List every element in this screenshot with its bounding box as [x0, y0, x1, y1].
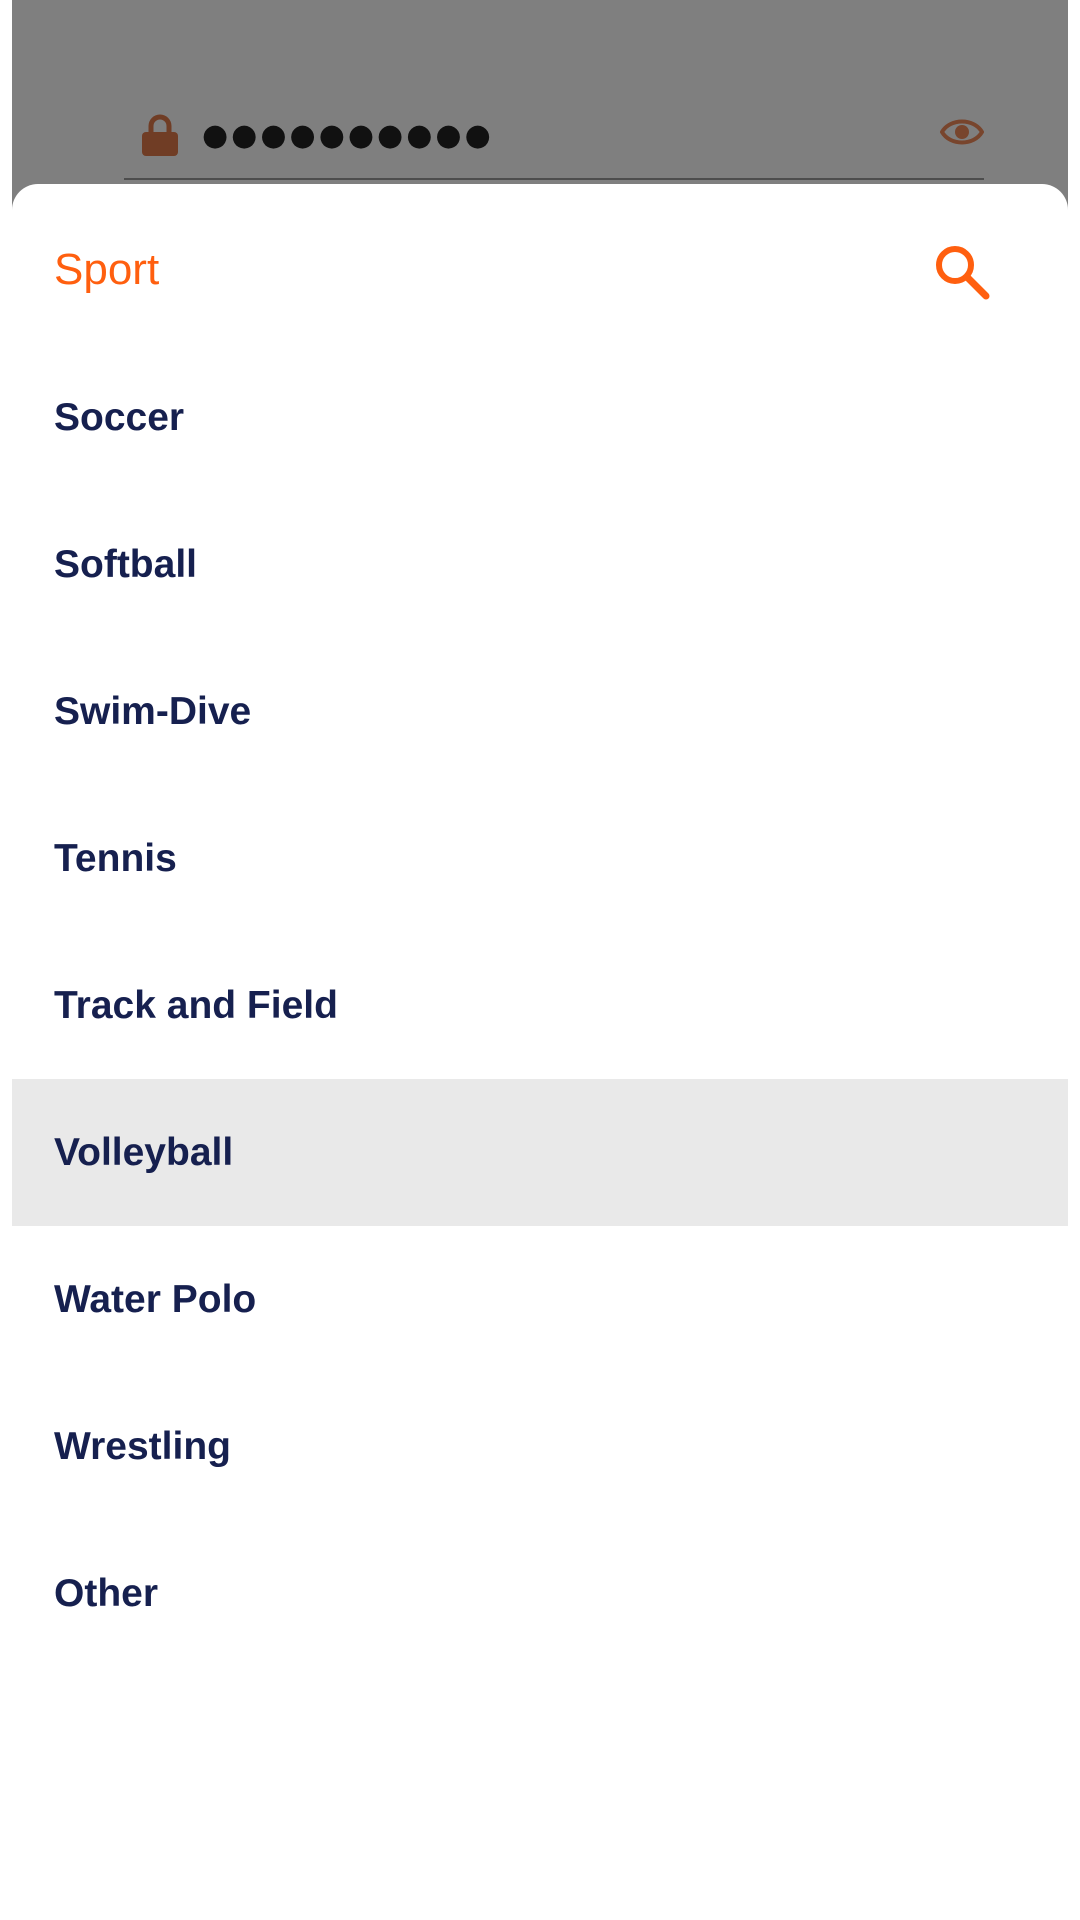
option-wrestling[interactable]: Wrestling [12, 1373, 1068, 1520]
search-icon[interactable] [930, 240, 994, 304]
option-track-and-field[interactable]: Track and Field [12, 932, 1068, 1079]
option-label: Track and Field [54, 983, 338, 1027]
option-label: Softball [54, 542, 197, 586]
option-other[interactable]: Other [12, 1520, 1068, 1667]
sheet-header: Sport [12, 184, 1068, 344]
sheet-title: Sport [54, 245, 160, 294]
option-swim-dive[interactable]: Swim-Dive [12, 638, 1068, 785]
option-list: Soccer Softball Swim-Dive Tennis Track a… [12, 344, 1068, 1667]
option-label: Other [54, 1571, 159, 1615]
option-softball[interactable]: Softball [12, 491, 1068, 638]
sport-picker-sheet: Sport Soccer Softball Swim-Dive Tennis T… [12, 184, 1068, 1920]
option-tennis[interactable]: Tennis [12, 785, 1068, 932]
option-label: Volleyball [54, 1130, 234, 1174]
screen: ●●●●●●●●●● Sport Soccer Softball [0, 0, 1080, 1920]
option-volleyball[interactable]: Volleyball [12, 1079, 1068, 1226]
option-label: Wrestling [54, 1424, 231, 1468]
option-soccer[interactable]: Soccer [12, 344, 1068, 491]
option-label: Swim-Dive [54, 689, 252, 733]
option-label: Soccer [54, 395, 185, 439]
option-label: Water Polo [54, 1277, 257, 1321]
option-label: Tennis [54, 836, 177, 880]
option-water-polo[interactable]: Water Polo [12, 1226, 1068, 1373]
